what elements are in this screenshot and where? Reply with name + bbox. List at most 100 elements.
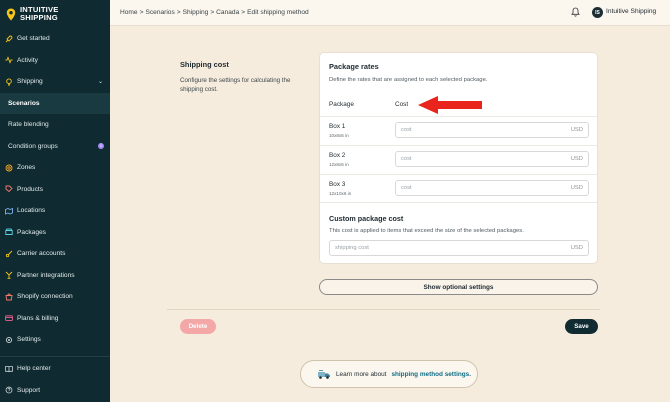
section-divider [167, 309, 600, 310]
sidebar-item-label: Locations [17, 207, 46, 215]
box-2-cost-input[interactable]: cost USD [395, 151, 589, 167]
info-badge-icon: i [98, 142, 104, 149]
sidebar-item-products[interactable]: Products [0, 179, 110, 201]
sidebar-item-support[interactable]: Support [0, 380, 110, 402]
sidebar-item-carrier-accounts[interactable]: Carrier accounts [0, 243, 110, 265]
sidebar-item-label: Shipping [17, 78, 43, 86]
package-icon [5, 228, 13, 236]
column-header-package: Package [329, 101, 354, 108]
package-name: Box 1 [329, 123, 346, 130]
shipping-cost-input[interactable]: shipping cost USD [329, 240, 589, 256]
currency-label: USD [570, 127, 583, 133]
sidebar-item-packages[interactable]: Packages [0, 222, 110, 244]
sidebar: INTUITIVE SHIPPING Get started Activity S… [0, 0, 110, 402]
billing-icon [5, 315, 13, 322]
sidebar-item-locations[interactable]: Locations [0, 200, 110, 222]
breadcrumb-shipping[interactable]: Shipping [183, 9, 209, 16]
custom-package-cost-title: Custom package cost [329, 214, 404, 223]
box-3-cost-input[interactable]: cost USD [395, 180, 589, 196]
currency-label: USD [570, 245, 583, 251]
cost-placeholder: cost [401, 127, 412, 133]
breadcrumb-current: Edit shipping method [247, 9, 309, 16]
package-size: 12x8x5 in [329, 162, 349, 167]
breadcrumb-scenarios[interactable]: Scenarios [145, 9, 174, 16]
shipping-van-icon [318, 370, 330, 379]
table-row: Box 3 12x10x6 in cost USD [320, 174, 597, 203]
lightbulb-icon [6, 78, 12, 86]
sidebar-item-label: Partner integrations [17, 271, 75, 279]
breadcrumb-separator: > [139, 9, 144, 16]
sidebar-item-label: Packages [17, 228, 46, 236]
package-rates-card: Package rates Define the rates that are … [319, 52, 598, 264]
sidebar-item-label: Condition groups [8, 142, 58, 150]
breadcrumb-separator: > [176, 9, 181, 16]
sidebar-item-activity[interactable]: Activity [0, 50, 110, 72]
breadcrumb-separator: > [210, 9, 215, 16]
learn-more-banner: Learn more about shipping method setting… [300, 360, 478, 388]
book-icon [5, 365, 13, 372]
sidebar-item-get-started[interactable]: Get started [0, 28, 110, 50]
sidebar-item-label: Zones [17, 164, 36, 172]
currency-label: USD [570, 156, 583, 162]
carrier-icon [5, 250, 13, 257]
partner-icon [5, 271, 13, 279]
shopify-icon [5, 293, 13, 301]
gear-icon [5, 336, 13, 343]
custom-package-cost-description: This cost is applied to items that excee… [329, 228, 524, 234]
breadcrumb-home[interactable]: Home [120, 9, 138, 16]
location-icon [5, 207, 13, 215]
sidebar-item-label: Scenarios [8, 99, 40, 107]
sidebar-bottom: Help center Support [0, 358, 110, 401]
show-optional-settings-button[interactable]: Show optional settings [319, 279, 598, 295]
sidebar-item-rate-blending[interactable]: Rate blending [0, 114, 110, 136]
package-size: 12x10x6 in [329, 191, 352, 196]
top-bar: Home > Scenarios > Shipping > Canada > E… [110, 0, 670, 26]
sidebar-item-zones[interactable]: Zones [0, 157, 110, 179]
shipping-cost-placeholder: shipping cost [335, 245, 369, 251]
red-arrow-annotation-icon [418, 96, 482, 114]
cost-placeholder: cost [401, 156, 412, 162]
rocket-icon [5, 35, 13, 43]
user-name[interactable]: Intuitive Shipping [606, 8, 656, 15]
sidebar-item-label: Get started [17, 35, 50, 43]
sidebar-item-label: Shopify connection [17, 293, 73, 301]
sidebar-divider [0, 356, 110, 357]
location-pin-logo-icon [6, 8, 16, 20]
sidebar-item-shipping[interactable]: Shipping ⌄ [0, 71, 110, 93]
package-size: 10x8x5 in [329, 133, 349, 138]
sidebar-item-label: Plans & billing [17, 314, 59, 322]
sidebar-item-settings[interactable]: Settings [0, 329, 110, 351]
currency-label: USD [570, 185, 583, 191]
delete-button[interactable]: Delete [180, 319, 216, 334]
breadcrumb: Home > Scenarios > Shipping > Canada > E… [120, 9, 309, 16]
sidebar-item-scenarios[interactable]: Scenarios [0, 92, 110, 114]
help-icon [5, 386, 13, 394]
sidebar-item-label: Carrier accounts [17, 250, 66, 258]
box-1-cost-input[interactable]: cost USD [395, 122, 589, 138]
logo[interactable]: INTUITIVE SHIPPING [0, 0, 110, 28]
sidebar-item-partner-integrations[interactable]: Partner integrations [0, 265, 110, 287]
package-name: Box 2 [329, 152, 346, 159]
package-rates-description: Define the rates that are assigned to ea… [329, 77, 488, 83]
sidebar-item-shopify-connection[interactable]: Shopify connection [0, 286, 110, 308]
package-name: Box 3 [329, 181, 346, 188]
sidebar-item-condition-groups[interactable]: Condition groups i [0, 136, 110, 158]
save-button[interactable]: Save [565, 319, 598, 334]
brand-name: INTUITIVE SHIPPING [20, 5, 59, 22]
column-header-cost: Cost [395, 101, 409, 108]
avatar[interactable]: IS [592, 7, 603, 18]
table-row: Box 1 10x8x5 in cost USD [320, 116, 597, 145]
package-rates-title: Package rates [329, 62, 379, 71]
sidebar-item-label: Activity [17, 56, 38, 64]
sidebar-item-label: Support [17, 386, 41, 394]
breadcrumb-canada[interactable]: Canada [216, 9, 239, 16]
shipping-method-settings-link[interactable]: shipping method settings. [391, 371, 471, 378]
sidebar-item-help-center[interactable]: Help center [0, 358, 110, 380]
sidebar-item-label: Products [17, 185, 44, 193]
learn-more-text: Learn more about [336, 370, 387, 378]
sidebar-item-label: Settings [17, 336, 41, 344]
sidebar-item-plans-billing[interactable]: Plans & billing [0, 308, 110, 330]
breadcrumb-separator: > [241, 9, 246, 16]
cost-placeholder: cost [401, 185, 412, 191]
bell-icon[interactable] [571, 7, 580, 17]
